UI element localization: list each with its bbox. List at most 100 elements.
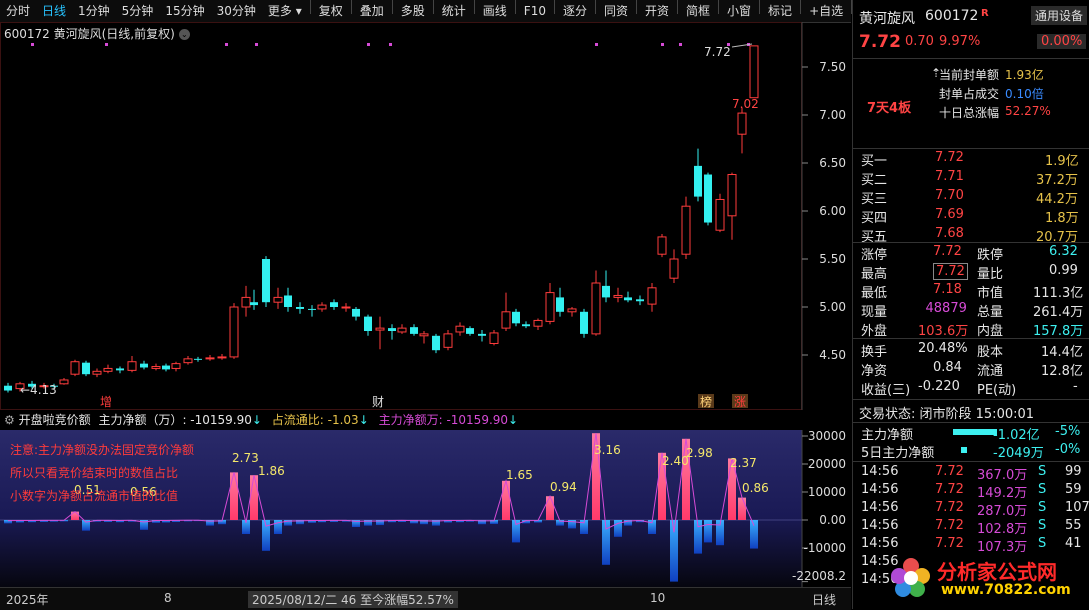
bid-volume: 44.2万 (1036, 192, 1078, 207)
candle-down (82, 362, 90, 375)
candle-up (273, 296, 283, 303)
candle-down (694, 165, 702, 197)
trade-time: 14:56 (861, 500, 899, 515)
candlestick-chart[interactable]: 7.50 7.00 6.50 6.00 5.50 5.00 4.50 7.72 ←4.13 7.0… (0, 22, 851, 410)
toolbar-button[interactable]: +自选 (803, 0, 849, 22)
candle-up (103, 367, 113, 372)
toolbar-separator (718, 0, 720, 14)
candle-up (591, 282, 601, 335)
stat-value: 7.72 (933, 244, 962, 259)
event-marker: 榜 (700, 394, 712, 409)
candle-down (580, 311, 588, 334)
toolbar-button[interactable]: 逐分 (557, 0, 593, 22)
stat-row: 涨停 7.72 跌停 6.32 (853, 244, 1089, 263)
trade-volume: 367.0万 (977, 468, 1028, 483)
trade-side: S (1038, 482, 1047, 497)
candle-up (397, 327, 407, 333)
stat-label: 换手 (861, 345, 888, 360)
trade-price: 7.72 (935, 536, 964, 551)
indicator-name[interactable]: 开盘啦竞价额 (19, 413, 91, 427)
toolbar-button[interactable]: 画线 (477, 0, 513, 22)
fund-row: 5日主力净额 -2049万 -0% (853, 442, 1089, 461)
bid-price: 7.70 (935, 188, 964, 203)
toolbar-button[interactable]: 同资 (598, 0, 634, 22)
period-tab[interactable]: 30分钟 (211, 0, 262, 22)
candle-down (512, 311, 520, 324)
fund-label: 5日主力净额 (861, 446, 935, 461)
toolbar-button[interactable]: 标记 (762, 0, 798, 22)
settings-icon[interactable]: ⚙ (4, 413, 15, 427)
candle-up (501, 311, 511, 329)
bid-row: 买三 7.70 44.2万 (853, 188, 1089, 207)
candle-up (567, 308, 577, 313)
quote-panel: 黄河旋风 600172 R 通用设备 7.72 0.70 9.97% 0.00%… (852, 0, 1089, 609)
stock-header: 黄河旋风 600172 R 通用设备 (853, 6, 1089, 28)
sector-button[interactable]: 通用设备 (1031, 6, 1088, 25)
toolbar-button[interactable]: F10 (518, 0, 552, 22)
candle-down (704, 174, 712, 223)
stat-label: 净资 (861, 364, 888, 379)
toolbar-button[interactable]: 小窗 (721, 0, 757, 22)
signal-dot (367, 43, 370, 46)
bid-price: 7.71 (935, 169, 964, 184)
toolbar-button[interactable]: 复权 (313, 0, 349, 22)
net-amount-bar (750, 520, 758, 549)
trade-row: 14:56 7.72 149.2万 S 59 (853, 482, 1089, 501)
stat-value: 20.48% (918, 341, 968, 356)
toolbar-button[interactable]: 统计 (436, 0, 472, 22)
period-tab[interactable]: 5分钟 (116, 0, 160, 22)
stat-value: 157.8万 (1033, 324, 1084, 339)
candle-up (70, 361, 80, 375)
price-label: 6.00 (819, 204, 846, 218)
stat-value: -0.220 (918, 379, 960, 394)
candle-up (183, 358, 193, 364)
board-tag-row: 7天4板 (853, 97, 1089, 116)
trade-price: 7.72 (935, 482, 964, 497)
period-label[interactable]: 日线 (812, 591, 836, 608)
candle-up (669, 258, 679, 279)
candle-down (194, 358, 202, 360)
candle-up (533, 319, 543, 327)
candle-down (522, 324, 530, 327)
candle-down (432, 335, 440, 351)
candle-up (92, 370, 102, 375)
stat-value: 0.99 (1049, 263, 1078, 278)
candle-down (410, 327, 418, 334)
divider (853, 399, 1089, 400)
toolbar-button[interactable]: 简框 (680, 0, 716, 22)
period-tab[interactable]: 更多 ▾ (262, 0, 308, 22)
trade-time: 14:56 (861, 482, 899, 497)
event-marker: 涨 (734, 394, 746, 409)
net-amount-bar (546, 496, 554, 520)
toolbar-separator (759, 0, 761, 14)
period-tab[interactable]: 15分钟 (159, 0, 210, 22)
trade-count: 41 (1065, 536, 1082, 551)
fund-label: 主力净额 (861, 428, 914, 443)
r-badge: R (981, 8, 989, 19)
trade-time: 14:56 (861, 536, 899, 551)
ratio-label: 2.73 (232, 451, 259, 465)
trade-row: 14:56 7.72 287.0万 S 107 (853, 500, 1089, 519)
period-tab[interactable]: 分时 (0, 0, 36, 22)
period-tab[interactable]: 1分钟 (72, 0, 116, 22)
candle-up (545, 292, 555, 322)
divider (853, 58, 1089, 59)
indicator-field-net2: 主力净额万: -10159.90 (378, 413, 509, 427)
fund-pct: -0% (1055, 442, 1081, 457)
bid-label: 买二 (861, 173, 888, 188)
bid-volume: 37.2万 (1036, 173, 1078, 188)
trade-time: 14:56 (861, 518, 899, 533)
price-label: 7.50 (819, 60, 846, 74)
stat-label: 最低 (861, 286, 888, 301)
candle-down (388, 328, 396, 331)
candle-up (681, 205, 691, 255)
candle-down (116, 368, 124, 371)
trade-time: 14:56 (861, 464, 899, 479)
toolbar-button[interactable]: 叠加 (354, 0, 390, 22)
toolbar-button[interactable]: 多股 (395, 0, 431, 22)
axis-label: -22008.2 (792, 569, 846, 583)
period-tab[interactable]: 日线 (36, 0, 72, 22)
toolbar-button[interactable]: 开资 (639, 0, 675, 22)
trade-volume: 149.2万 (977, 486, 1028, 501)
trade-count: 99 (1065, 464, 1082, 479)
